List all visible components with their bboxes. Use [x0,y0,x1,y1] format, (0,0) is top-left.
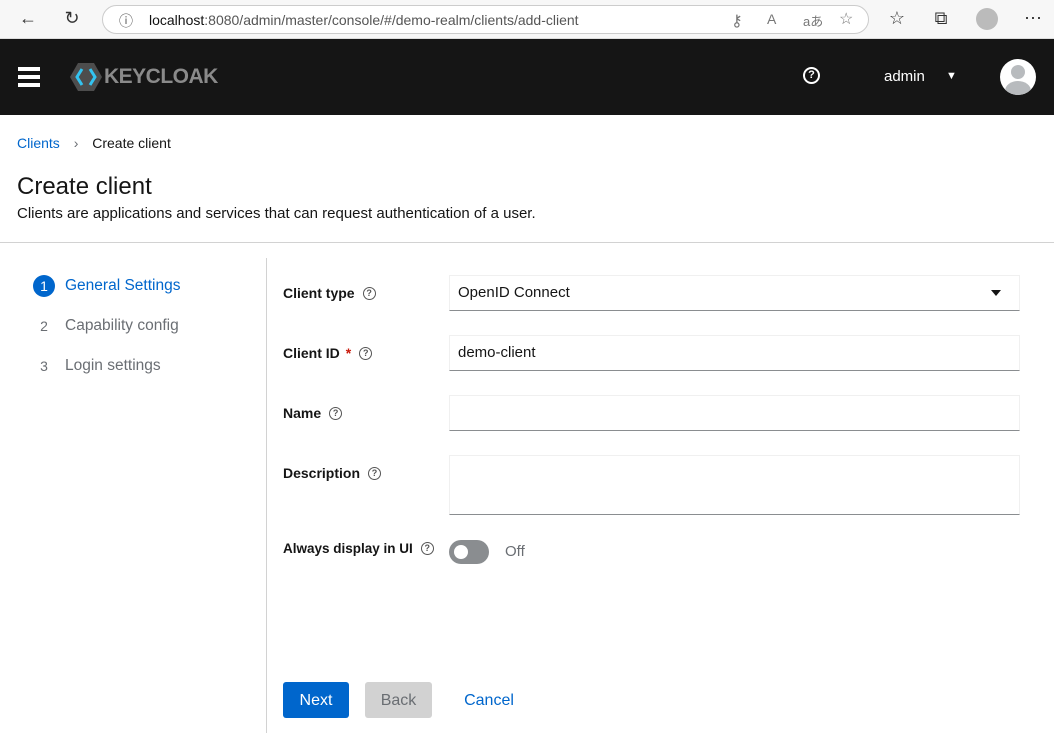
name-label: Name? [283,405,342,421]
back-arrow-icon[interactable]: ← [17,8,39,29]
more-menu-icon[interactable]: ⋯ [1022,8,1044,29]
help-icon[interactable]: ? [359,347,372,360]
description-textarea[interactable] [449,455,1020,515]
favorite-add-icon[interactable]: ☆ [839,9,853,29]
page-title: Create client [17,173,152,201]
browser-toolbar: ← ↻ ⓘ localhost:8080/admin/master/consol… [0,0,1054,39]
key-icon[interactable]: ⚷ [731,11,743,31]
wizard-step-general-settings[interactable]: 1 General Settings [33,275,180,297]
caret-down-icon[interactable]: ▼ [946,70,957,82]
url-host: localhost [149,12,204,28]
help-icon[interactable]: ? [421,542,434,555]
url-path: :8080/admin/master/console/#/demo-realm/… [204,12,578,28]
label-text: Client type [283,285,355,301]
breadcrumb-clients[interactable]: Clients [17,135,60,151]
help-icon[interactable]: ? [329,407,342,420]
step-number: 3 [33,355,55,377]
step-label: Login settings [65,357,161,375]
step-number: 1 [33,275,55,297]
favorites-icon[interactable]: ☆ [886,8,908,29]
hamburger-menu-icon[interactable] [18,67,40,71]
brand-name: KEYCLOAK [104,65,218,89]
breadcrumb: Clients › Create client [17,135,171,151]
step-number: 2 [33,315,55,337]
help-icon[interactable]: ? [803,67,820,84]
refresh-icon[interactable]: ↻ [61,8,83,29]
read-aloud-icon[interactable]: A [767,11,776,27]
info-icon[interactable]: ⓘ [119,11,133,31]
translate-icon[interactable]: aあ [803,11,823,30]
always-display-label: Always display in UI? [283,541,434,556]
client-id-input[interactable]: demo-client [449,335,1020,371]
name-input[interactable] [449,395,1020,431]
step-label: Capability config [65,317,179,335]
page-subtitle: Clients are applications and services th… [17,205,536,222]
toggle-state: Off [505,543,525,560]
breadcrumb-current: Create client [92,135,171,151]
step-label: General Settings [65,277,180,295]
wizard-step-login-settings[interactable]: 3 Login settings [33,355,161,377]
breadcrumb-separator-icon: › [74,135,79,151]
collections-icon[interactable]: ⧉ [930,8,952,29]
wizard-divider [266,258,267,733]
keycloak-logo[interactable]: KEYCLOAK [70,62,218,92]
user-menu[interactable]: admin [884,68,925,85]
masthead: KEYCLOAK ? admin ▼ [0,39,1054,115]
client-type-select[interactable]: OpenID Connect [449,275,1020,311]
back-button[interactable]: Back [365,682,432,718]
label-text: Name [283,405,321,421]
divider [0,242,1054,243]
description-label: Description? [283,465,381,481]
client-type-label: Client type? [283,285,376,301]
address-bar[interactable]: ⓘ localhost:8080/admin/master/console/#/… [102,5,869,34]
wizard-step-capability-config[interactable]: 2 Capability config [33,315,179,337]
label-text: Always display in UI [283,541,413,556]
label-text: Description [283,465,360,481]
next-button[interactable]: Next [283,682,349,718]
cancel-button[interactable]: Cancel [452,682,526,718]
required-marker: * [346,345,351,361]
profile-icon[interactable] [976,8,998,30]
avatar[interactable] [1000,59,1036,95]
caret-down-icon [991,290,1001,296]
always-display-toggle[interactable] [449,540,489,564]
client-id-label: Client ID *? [283,345,372,361]
help-icon[interactable]: ? [363,287,376,300]
help-icon[interactable]: ? [368,467,381,480]
label-text: Client ID [283,345,340,361]
select-value: OpenID Connect [458,284,570,301]
